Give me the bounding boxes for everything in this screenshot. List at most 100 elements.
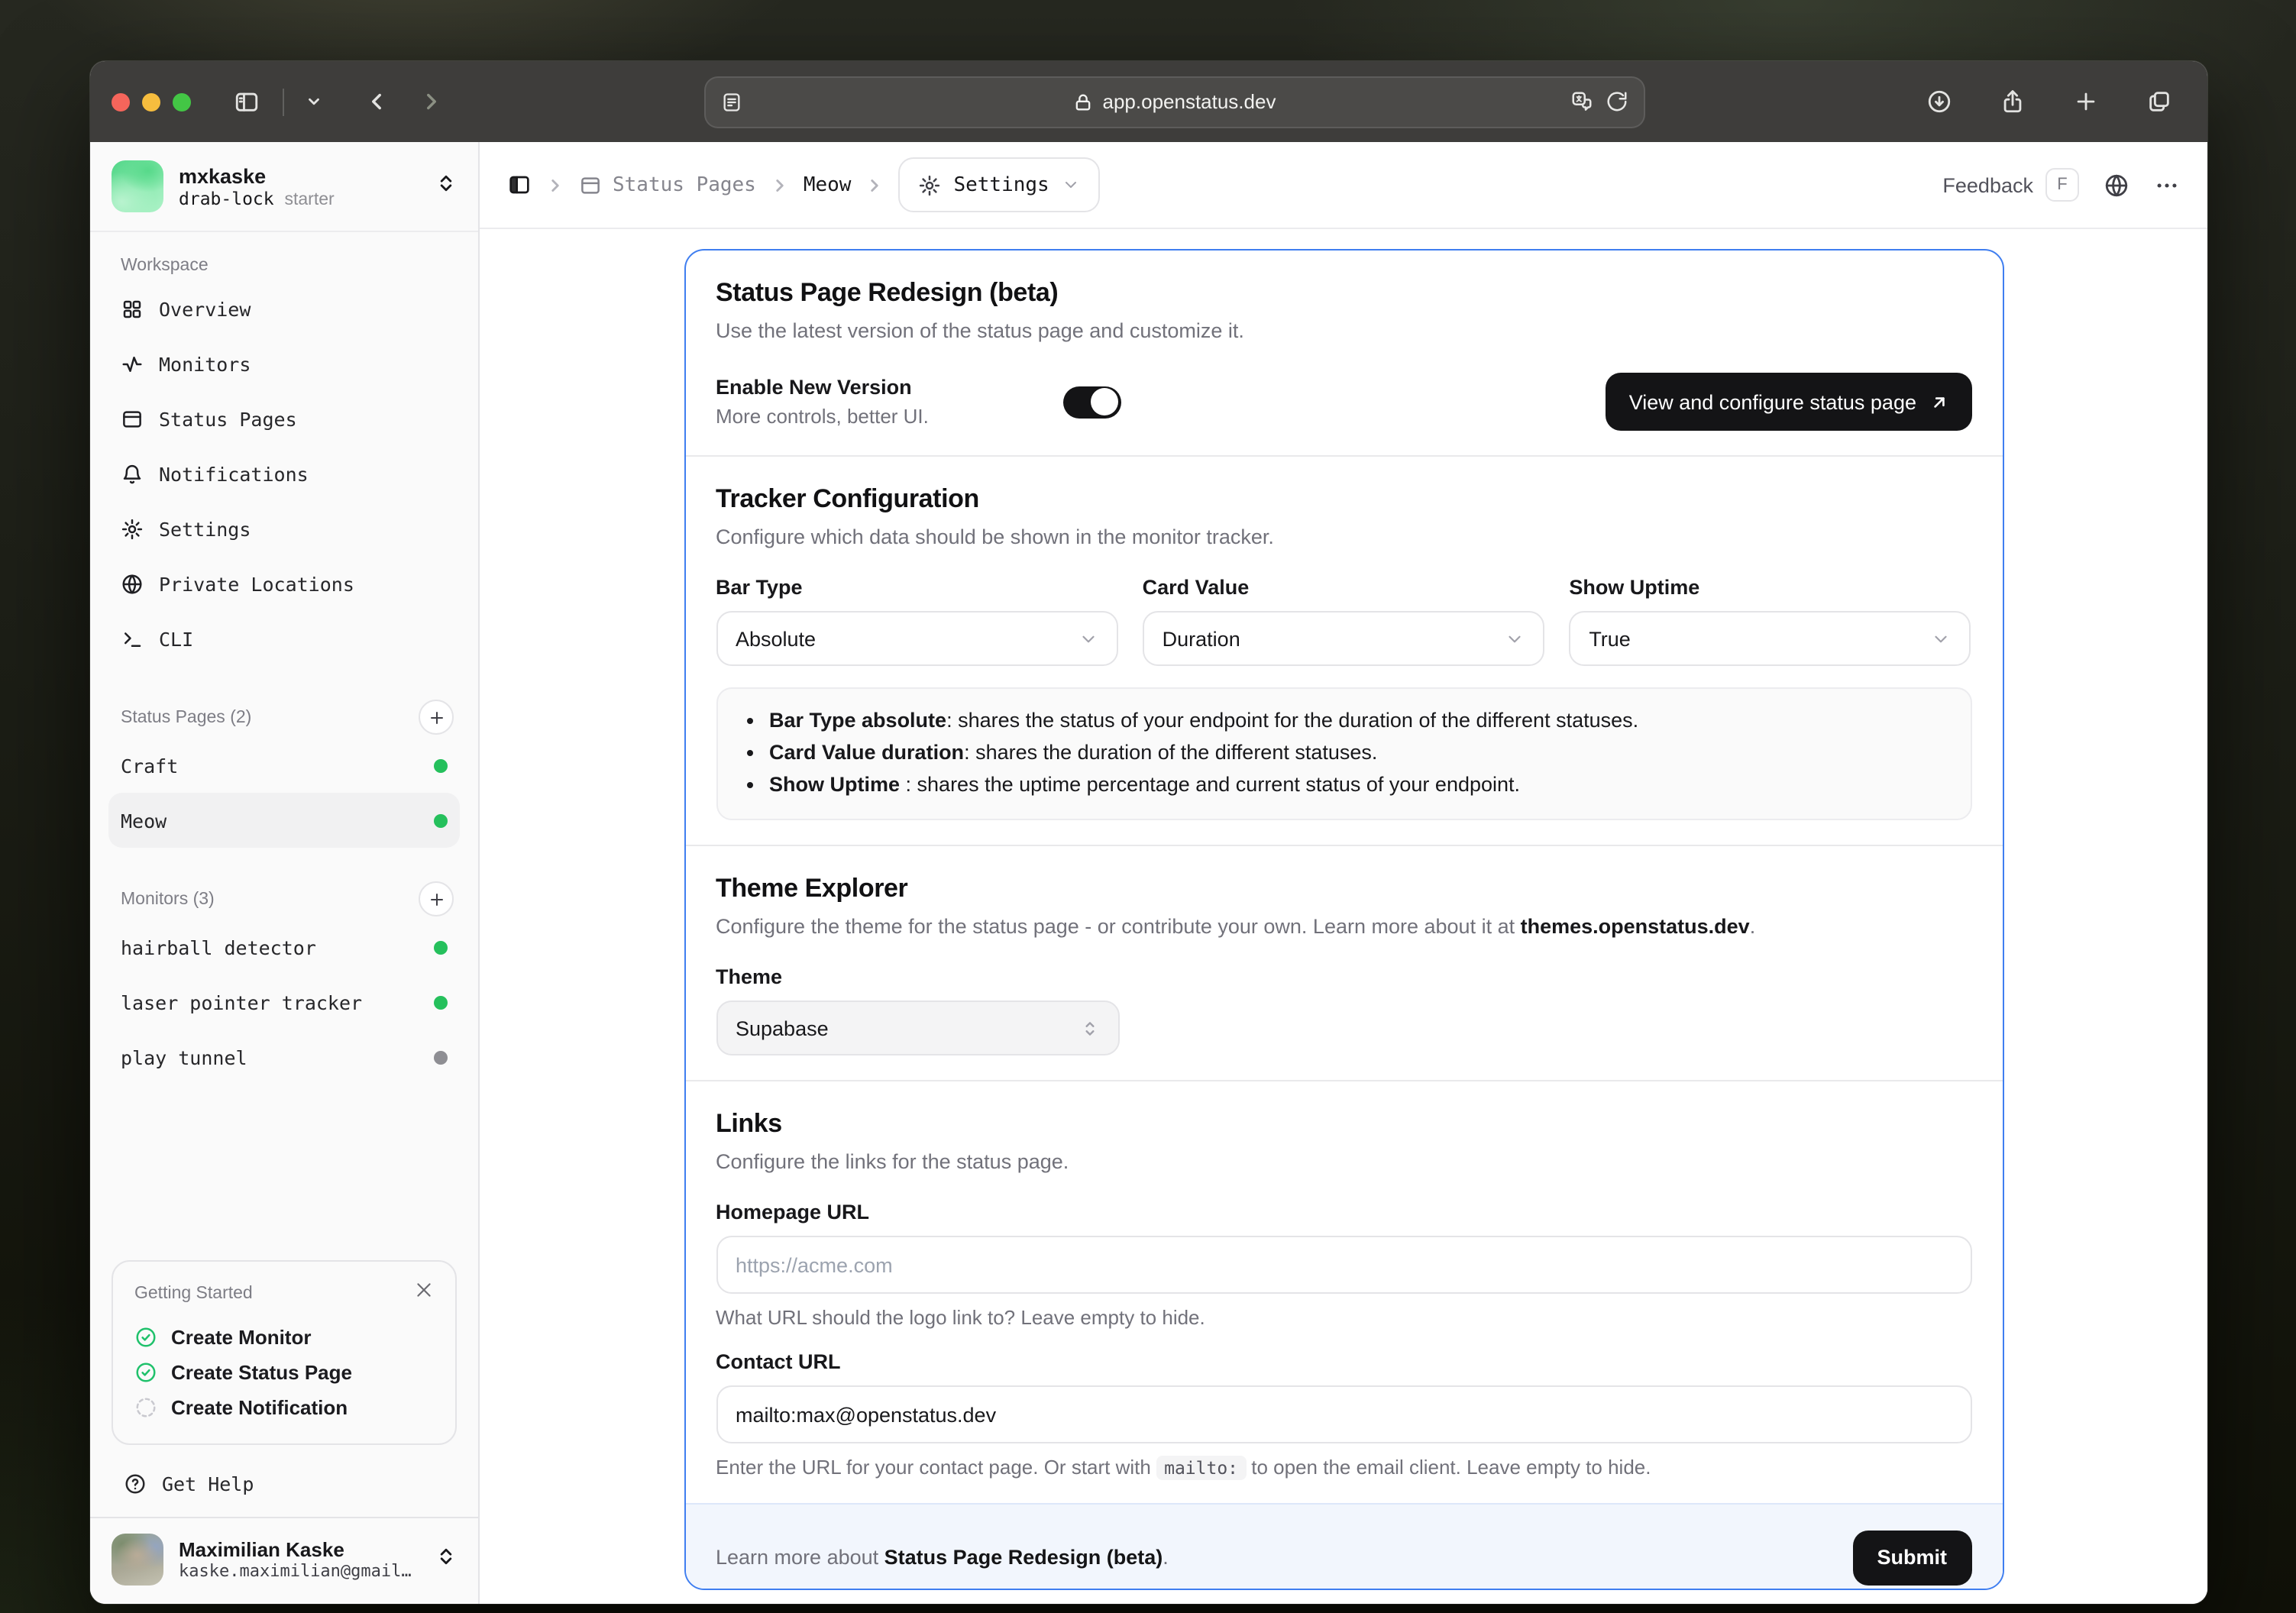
check-circle-icon — [136, 1327, 156, 1347]
note-show-uptime: Show Uptime : shares the uptime percenta… — [769, 768, 1942, 800]
getting-started-label: Create Monitor — [171, 1326, 312, 1349]
note-bar-type: Bar Type absolute: shares the status of … — [769, 704, 1942, 736]
more-options-icon[interactable] — [2154, 172, 2180, 198]
workspace-switcher[interactable]: mxkaske drab-lock starter — [90, 142, 478, 232]
enable-new-version-toggle[interactable] — [1062, 386, 1121, 418]
add-status-page-button[interactable] — [419, 700, 454, 735]
gear-icon — [920, 174, 940, 196]
breadcrumb-current-page[interactable]: Meow — [804, 173, 852, 196]
close-window-button[interactable] — [112, 92, 130, 111]
getting-started-item-create-notification[interactable]: Create Notification — [131, 1390, 437, 1425]
monitor-item-play-tunnel[interactable]: play tunnel — [108, 1030, 460, 1084]
section-theme-explorer: Theme Explorer Configure the theme for t… — [685, 846, 2002, 1080]
section-redesign: Status Page Redesign (beta) Use the late… — [685, 251, 2002, 455]
sidebar-item-monitors[interactable]: Monitors — [108, 336, 460, 391]
homepage-url-input[interactable] — [716, 1236, 1971, 1294]
user-menu[interactable]: Maximilian Kaske kaske.maximilian@gmail… — [90, 1517, 478, 1604]
theme-select[interactable]: Supabase — [716, 1000, 1119, 1055]
status-page-item-meow[interactable]: Meow — [108, 793, 460, 848]
monitor-item-hairball-detector[interactable]: hairball detector — [108, 920, 460, 975]
grid-icon — [123, 299, 141, 318]
bar-type-label: Bar Type — [716, 576, 803, 599]
section-description: Configure which data should be shown in … — [716, 525, 1274, 548]
forward-button[interactable] — [409, 82, 452, 121]
card-value-select[interactable]: Duration — [1142, 611, 1545, 666]
help-circle-icon — [125, 1474, 145, 1494]
share-icon[interactable] — [1990, 82, 2033, 121]
sidebar-item-overview[interactable]: Overview — [108, 281, 460, 336]
sidebar-item-settings[interactable]: Settings — [108, 501, 460, 556]
globe-icon — [122, 574, 142, 593]
section-title: Theme Explorer — [716, 874, 908, 903]
getting-started-label: Create Notification — [171, 1396, 348, 1419]
section-title: Tracker Configuration — [716, 484, 979, 513]
globe-icon[interactable] — [2104, 172, 2129, 198]
close-icon[interactable] — [414, 1280, 434, 1308]
chevron-down-icon — [1082, 635, 1095, 642]
address-bar[interactable]: app.openstatus.dev — [703, 76, 1644, 128]
feedback-button[interactable]: Feedback F — [1942, 168, 2079, 202]
tab-overview-icon[interactable] — [2137, 82, 2180, 121]
homepage-url-help: What URL should the logo link to? Leave … — [716, 1306, 1205, 1329]
browser-sidebar-toggle-icon[interactable] — [225, 82, 267, 121]
sidebar-item-private-locations[interactable]: Private Locations — [108, 556, 460, 611]
status-dot-active — [434, 995, 448, 1009]
chevrons-up-down-icon — [435, 1545, 457, 1574]
translate-icon[interactable] — [1570, 90, 1593, 113]
section-description: Use the latest version of the status pag… — [716, 319, 1244, 342]
status-page-item-craft[interactable]: Craft — [108, 738, 460, 793]
contact-url-input[interactable] — [716, 1385, 1971, 1443]
submit-button[interactable]: Submit — [1852, 1530, 1971, 1585]
chevron-down-icon — [1935, 635, 1948, 642]
show-uptime-select[interactable]: True — [1569, 611, 1971, 666]
sidebar-nav: Workspace Overview Monitors Status Pages… — [90, 232, 478, 1245]
chevrons-up-down-icon — [435, 172, 457, 201]
card-value-label: Card Value — [1142, 576, 1250, 599]
workspace-section-label: Workspace — [121, 257, 209, 275]
bar-type-select[interactable]: Absolute — [716, 611, 1118, 666]
reader-mode-icon[interactable] — [720, 91, 827, 112]
enable-new-version-label: Enable New Version — [716, 376, 912, 399]
sidebar-item-cli[interactable]: CLI — [108, 611, 460, 666]
status-page-settings-card: Status Page Redesign (beta) Use the late… — [684, 249, 2003, 1590]
feedback-shortcut-key: F — [2045, 168, 2079, 202]
dashed-circle-icon — [136, 1398, 156, 1417]
page-content: Status Page Redesign (beta) Use the late… — [480, 229, 2207, 1604]
getting-started-item-create-status-page[interactable]: Create Status Page — [131, 1355, 437, 1390]
add-monitor-button[interactable] — [419, 881, 454, 916]
status-dot-active — [434, 940, 448, 954]
browser-titlebar: app.openstatus.dev — [90, 61, 2207, 142]
sidebar-item-status-pages[interactable]: Status Pages — [108, 391, 460, 446]
back-button[interactable] — [354, 82, 397, 121]
sidebar-item-label: CLI — [159, 627, 194, 650]
footer-text: Learn more about Status Page Redesign (b… — [716, 1546, 1169, 1569]
status-page-icon — [581, 176, 600, 193]
chevron-right-icon — [770, 175, 790, 195]
breadcrumb-status-pages[interactable]: Status Pages — [579, 173, 756, 196]
monitor-label: laser pointer tracker — [121, 991, 363, 1013]
panel-toggle-icon[interactable] — [507, 173, 532, 197]
settings-dropdown-button[interactable]: Settings — [898, 157, 1100, 212]
reload-icon[interactable] — [1605, 90, 1628, 113]
sidebar-chevron-down-icon[interactable] — [299, 82, 327, 121]
section-description: Configure the links for the status page. — [716, 1150, 1069, 1173]
section-links: Links Configure the links for the status… — [685, 1081, 2002, 1503]
downloads-icon[interactable] — [1917, 82, 1960, 121]
get-help-link[interactable]: Get Help — [90, 1454, 478, 1517]
sidebar-item-label: Notifications — [159, 462, 309, 485]
chevrons-up-down-icon — [1085, 1021, 1094, 1035]
zoom-window-button[interactable] — [173, 92, 191, 111]
homepage-url-label: Homepage URL — [716, 1201, 870, 1223]
getting-started-item-create-monitor[interactable]: Create Monitor — [131, 1320, 437, 1355]
sidebar-item-notifications[interactable]: Notifications — [108, 446, 460, 501]
minimize-window-button[interactable] — [142, 92, 160, 111]
monitor-item-laser-pointer-tracker[interactable]: laser pointer tracker — [108, 975, 460, 1030]
status-dot-inactive — [434, 1050, 448, 1064]
getting-started-title: Getting Started — [134, 1285, 253, 1303]
view-configure-status-page-button[interactable]: View and configure status page — [1606, 373, 1971, 431]
user-avatar — [112, 1534, 163, 1586]
new-tab-icon[interactable] — [2064, 82, 2107, 121]
show-uptime-label: Show Uptime — [1569, 576, 1700, 599]
themes-link[interactable]: themes.openstatus.dev — [1521, 915, 1750, 938]
sidebar-item-label: Settings — [159, 517, 251, 540]
